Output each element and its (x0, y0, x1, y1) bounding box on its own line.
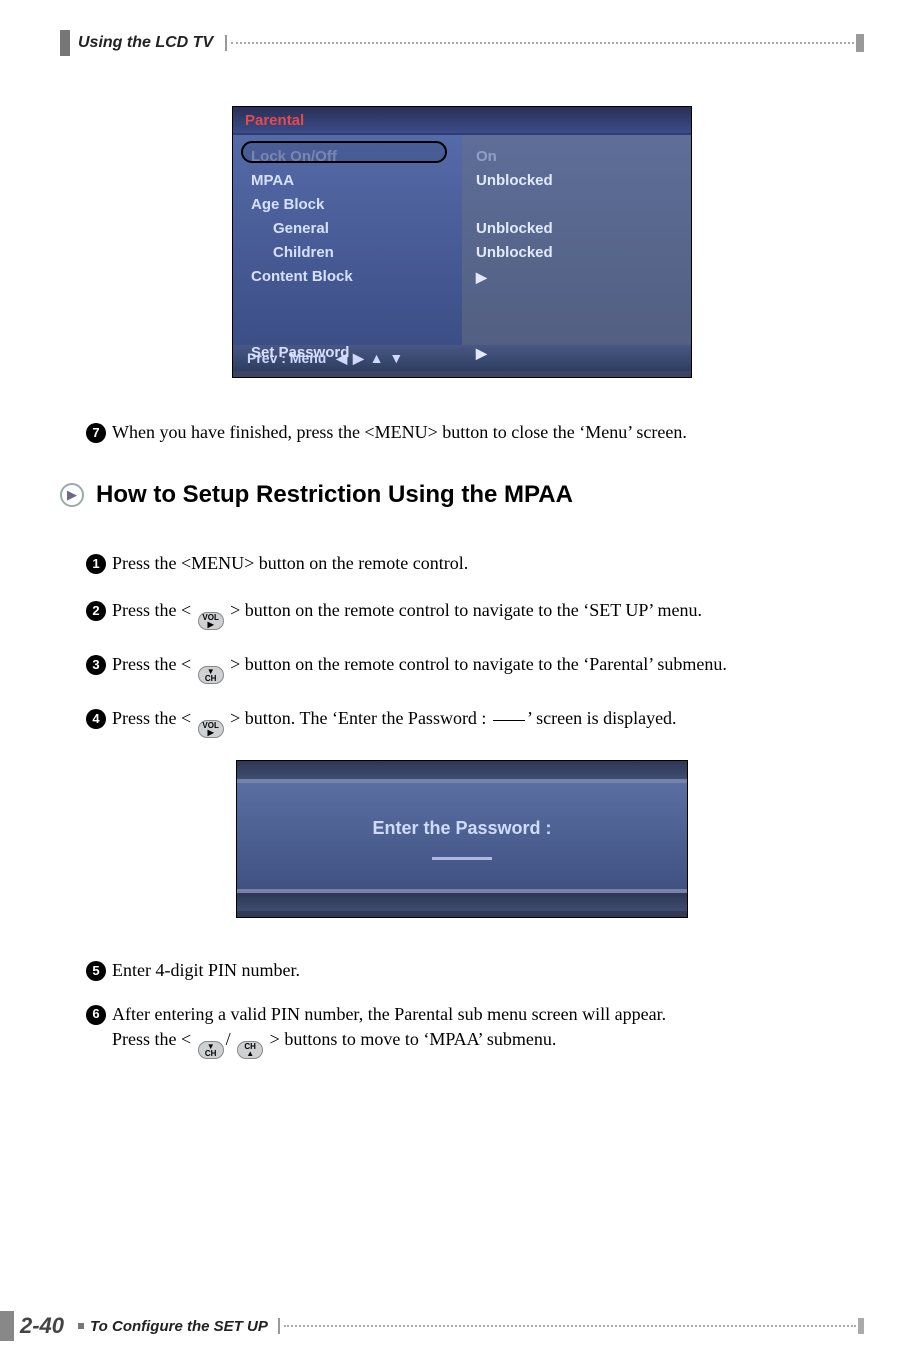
osd-row-contentblock: Content Block (243, 265, 452, 289)
osd-selection-highlight (241, 141, 447, 163)
step-6: 6 After entering a valid PIN number, the… (86, 1002, 864, 1059)
step-4: 4 Press the < VOL▶ > button. The ‘Enter … (86, 706, 864, 738)
osd-val-general: Unblocked (476, 217, 677, 241)
step-7-text: When you have finished, press the <MENU>… (112, 420, 864, 445)
footer-ornament-bar (0, 1311, 14, 1341)
password-entry-line (432, 857, 492, 860)
step-number-badge: 5 (86, 961, 106, 981)
section-bullet-icon: ▶ (60, 483, 84, 507)
password-prompt-label: Enter the Password : (372, 818, 551, 839)
footer-section-label: To Configure the SET UP (90, 1318, 268, 1335)
step-5-text: Enter 4-digit PIN number. (112, 958, 864, 983)
step-1: 1 Press the <MENU> button on the remote … (86, 551, 864, 576)
osd-row-children: Children (243, 241, 452, 265)
step-6-text: After entering a valid PIN number, the P… (112, 1002, 864, 1059)
step-2-text: Press the < VOL▶ > button on the remote … (112, 598, 864, 630)
step-3-text: Press the < ▼CH > button on the remote c… (112, 652, 864, 684)
osd-val-setpassword: ▶ (476, 341, 677, 365)
ch-up-button-icon: CH▲ (237, 1041, 263, 1059)
osd-row-mpaa: MPAA (243, 169, 452, 193)
step-number-badge: 7 (86, 423, 106, 443)
step-5: 5 Enter 4-digit PIN number. (86, 958, 864, 983)
footer-dotted-rule (278, 1318, 864, 1334)
osd-val-lock: On (476, 145, 677, 169)
header-ornament-bar (60, 30, 70, 56)
step-number-badge: 2 (86, 601, 106, 621)
section-header: ▶ How to Setup Restriction Using the MPA… (60, 481, 864, 509)
osd-val-contentblock: ▶ (476, 265, 677, 289)
step-4-text: Press the < VOL▶ > button. The ‘Enter th… (112, 706, 864, 738)
footer-bullet-icon (78, 1323, 84, 1329)
step-number-badge: 6 (86, 1005, 106, 1025)
page-footer: 2-40 To Configure the SET UP (0, 1311, 924, 1341)
step-7: 7 When you have finished, press the <MEN… (86, 420, 864, 445)
page-number: 2-40 (20, 1313, 64, 1339)
step-number-badge: 3 (86, 655, 106, 675)
header-dotted-rule (225, 34, 864, 52)
osd-title: Parental (233, 107, 462, 133)
step-3: 3 Press the < ▼CH > button on the remote… (86, 652, 864, 684)
osd-row-setpassword: Set Password (243, 341, 452, 365)
ch-down-button-icon: ▼CH (198, 666, 224, 684)
step-2: 2 Press the < VOL▶ > button on the remot… (86, 598, 864, 630)
password-blank-line (493, 720, 525, 721)
step-1-text: Press the <MENU> button on the remote co… (112, 551, 864, 576)
vol-right-button-icon: VOL▶ (198, 612, 224, 630)
vol-right-button-icon: VOL▶ (198, 720, 224, 738)
osd-row-general: General (243, 217, 452, 241)
page-header: Using the LCD TV (60, 30, 864, 56)
header-title: Using the LCD TV (78, 34, 213, 52)
step-number-badge: 4 (86, 709, 106, 729)
osd-val-children: Unblocked (476, 241, 677, 265)
osd-val-mpaa: Unblocked (476, 169, 677, 193)
osd-row-ageblock: Age Block (243, 193, 452, 217)
osd-enter-password: Enter the Password : (236, 760, 688, 918)
osd-parental-menu: Parental Lock On/Off MPAA Age Block Gene… (232, 106, 692, 378)
section-title: How to Setup Restriction Using the MPAA (96, 481, 573, 509)
ch-down-button-icon: ▼CH (198, 1041, 224, 1059)
step-number-badge: 1 (86, 554, 106, 574)
